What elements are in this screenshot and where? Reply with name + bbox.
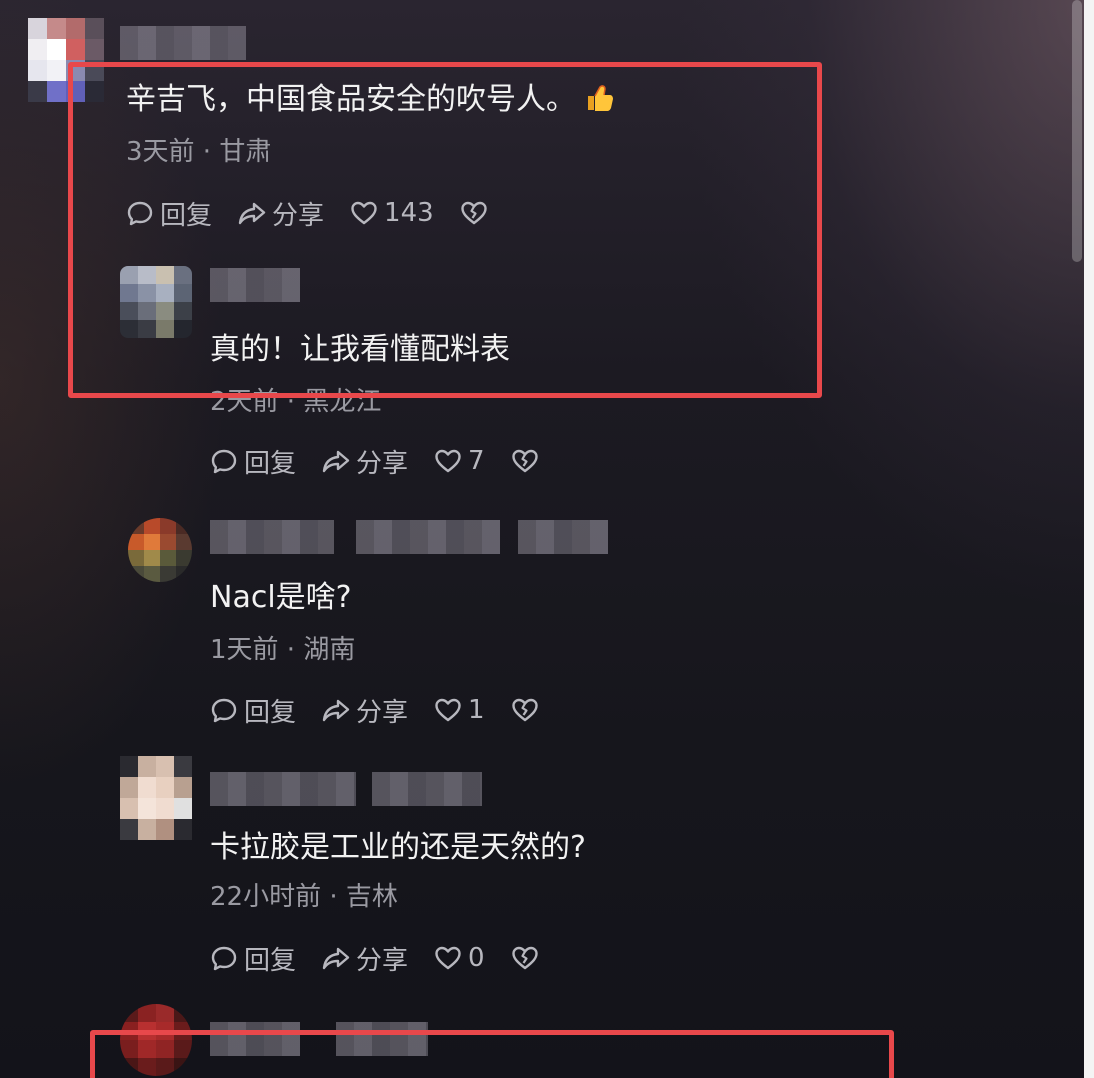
reply-bubble-icon xyxy=(211,449,237,474)
comment-meta: 22小时前 · 吉林 xyxy=(210,882,398,912)
like-count: 7 xyxy=(468,446,485,476)
username-blurred[interactable] xyxy=(356,520,500,554)
dislike-button[interactable] xyxy=(511,696,539,724)
reply-label: 回复 xyxy=(244,697,297,728)
reply-bubble-icon xyxy=(211,946,237,971)
share-label: 分享 xyxy=(356,697,409,728)
scrollbar-thumb[interactable] xyxy=(1072,0,1082,262)
reply-label: 回复 xyxy=(244,448,297,479)
highlight-box xyxy=(90,1030,894,1078)
share-button[interactable]: 分享 xyxy=(322,940,408,977)
like-count: 1 xyxy=(468,695,485,725)
share-label: 分享 xyxy=(356,448,409,479)
share-arrow-icon xyxy=(322,450,350,473)
like-count: 0 xyxy=(468,943,485,973)
broken-heart-icon xyxy=(511,449,538,473)
heart-icon xyxy=(435,946,461,970)
comment-text: 卡拉胶是工业的还是天然的? xyxy=(210,830,586,865)
highlight-box xyxy=(68,62,822,398)
share-arrow-icon xyxy=(322,947,350,970)
like-button[interactable]: 1 xyxy=(434,695,485,725)
like-button[interactable]: 0 xyxy=(434,943,485,973)
avatar[interactable] xyxy=(128,518,192,582)
share-button[interactable]: 分享 xyxy=(322,692,408,729)
share-label: 分享 xyxy=(356,945,409,976)
username-blurred[interactable] xyxy=(372,772,482,806)
heart-icon xyxy=(435,698,461,722)
username-blurred[interactable] xyxy=(120,26,246,60)
username-blurred[interactable] xyxy=(518,520,608,554)
page-scrollbar-track xyxy=(1084,0,1094,1078)
avatar[interactable] xyxy=(120,756,192,840)
comment-actions: 回复 分享 0 xyxy=(210,940,539,977)
username-blurred[interactable] xyxy=(210,520,334,554)
comment-actions: 回复 分享 1 xyxy=(210,692,539,729)
broken-heart-icon xyxy=(511,698,538,722)
heart-icon xyxy=(435,449,461,473)
broken-heart-icon xyxy=(511,946,538,970)
comment-actions: 回复 分享 7 xyxy=(210,443,539,480)
share-button[interactable]: 分享 xyxy=(322,443,408,480)
reply-button[interactable]: 回复 xyxy=(210,692,296,729)
dislike-button[interactable] xyxy=(511,944,539,972)
reply-button[interactable]: 回复 xyxy=(210,443,296,480)
dislike-button[interactable] xyxy=(511,447,539,475)
comment-text: Nacl是啥? xyxy=(210,580,352,615)
reply-label: 回复 xyxy=(244,945,297,976)
like-button[interactable]: 7 xyxy=(434,446,485,476)
comment-screen: 辛吉飞，中国食品安全的吹号人。 3天前 · 甘肃 回复 分享 143 真的！让我… xyxy=(0,0,1094,1078)
username-blurred[interactable] xyxy=(210,772,356,806)
reply-button[interactable]: 回复 xyxy=(210,940,296,977)
reply-bubble-icon xyxy=(211,698,237,723)
share-arrow-icon xyxy=(322,699,350,722)
comment-meta: 1天前 · 湖南 xyxy=(210,635,356,665)
